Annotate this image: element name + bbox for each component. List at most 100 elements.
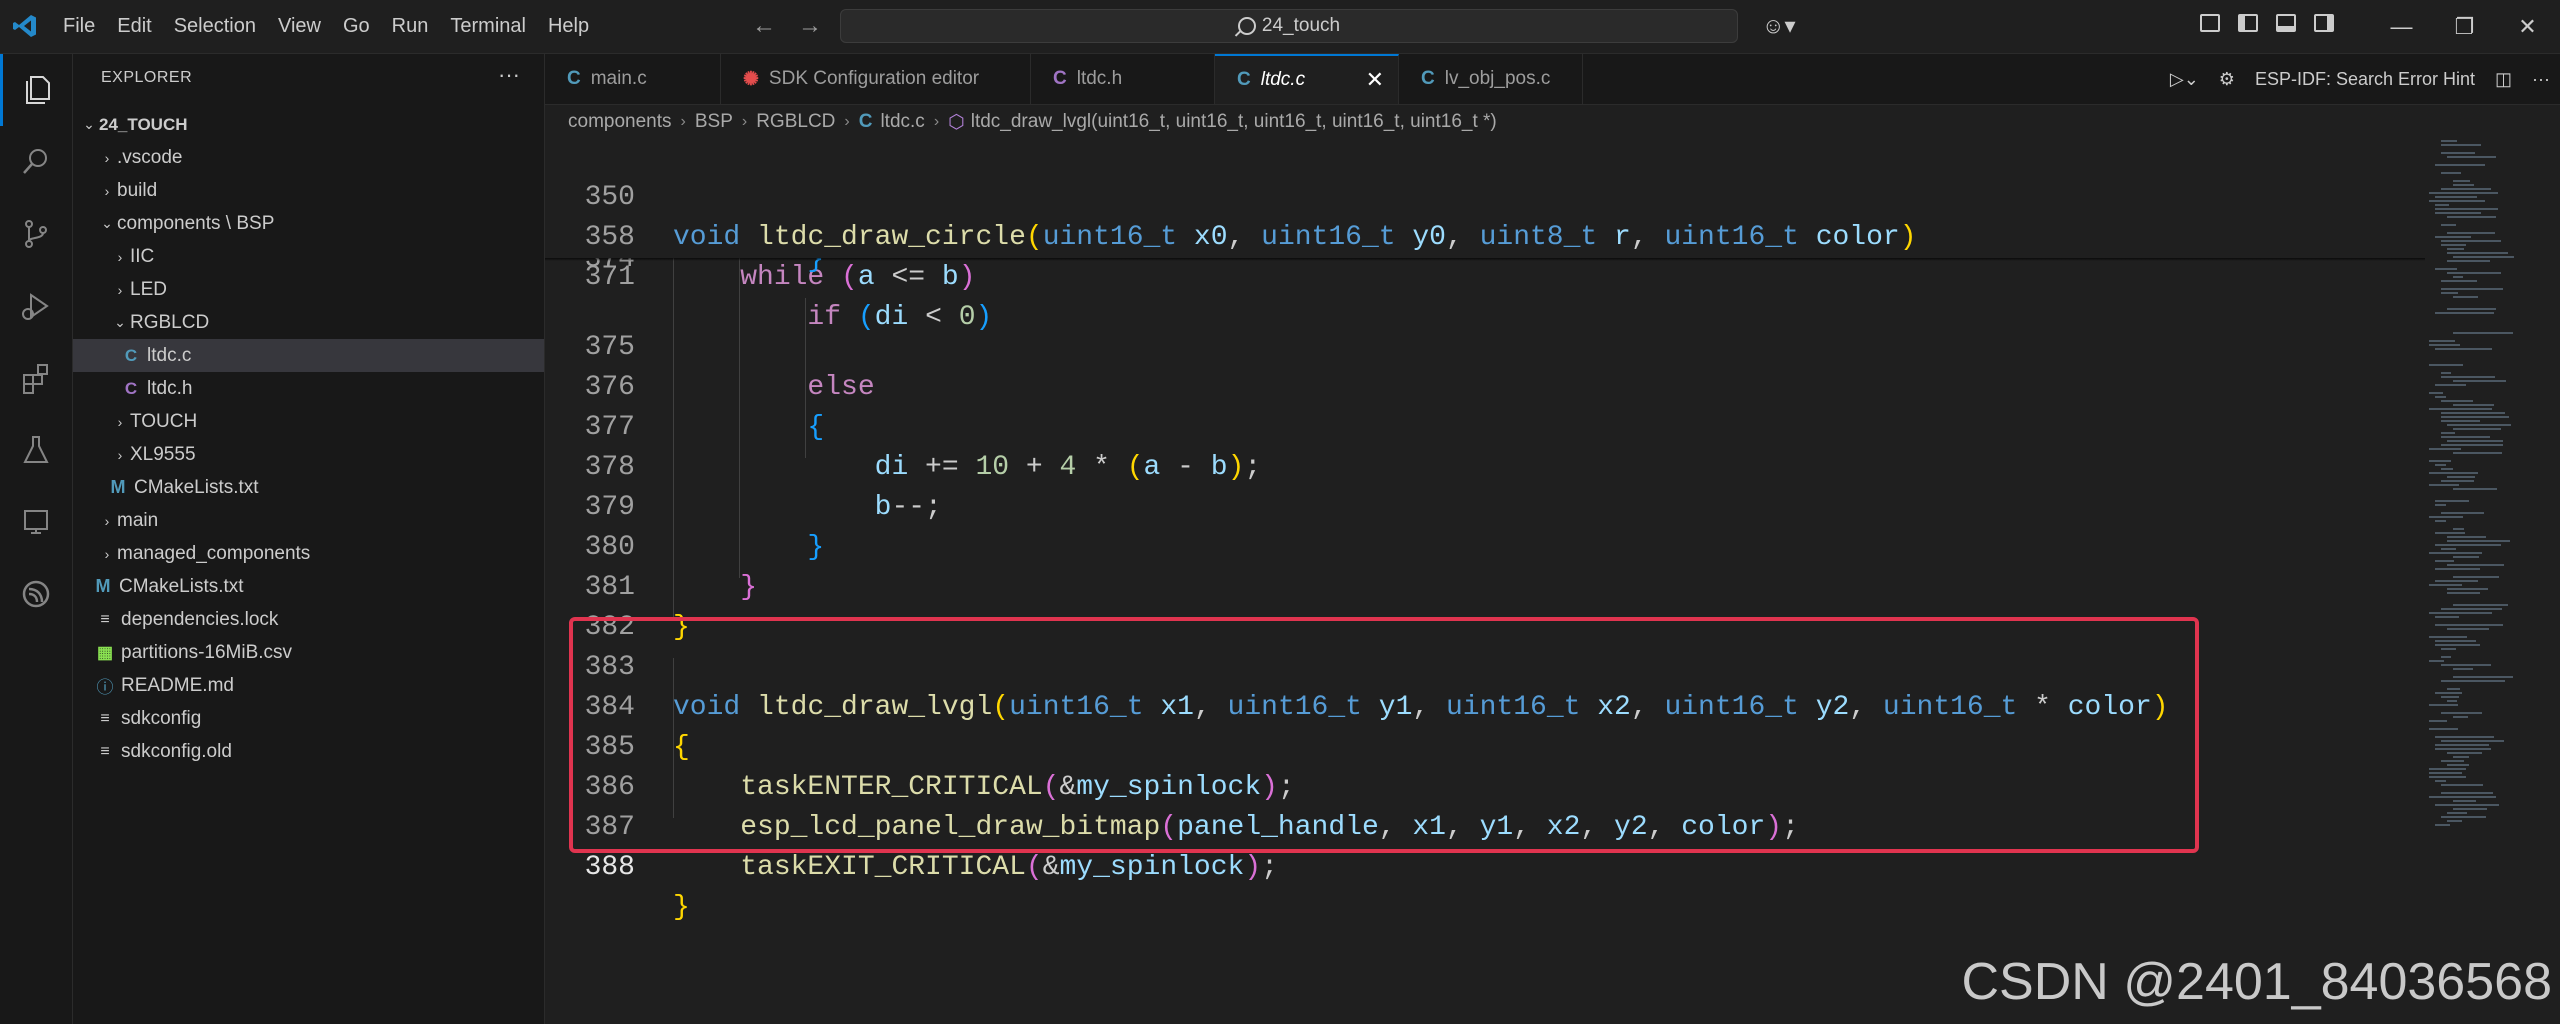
- tree-item-managed-components[interactable]: › managed_components: [73, 537, 544, 570]
- back-arrow-icon[interactable]: ←: [752, 12, 776, 40]
- menu-help[interactable]: Help: [548, 15, 589, 38]
- search-activity[interactable]: [0, 126, 72, 198]
- code-line: 381 }: [545, 528, 2425, 643]
- run-debug-activity[interactable]: [0, 270, 72, 342]
- source-control-activity[interactable]: [0, 198, 72, 270]
- tab-sdk-config[interactable]: ✺ SDK Configuration editor: [721, 54, 1031, 104]
- highlight-annotation: [569, 617, 2199, 853]
- chevron-right-icon: ›: [680, 113, 686, 130]
- minimize-icon[interactable]: —: [2370, 14, 2433, 40]
- tree-item-label: ltdc.h: [147, 377, 193, 399]
- forward-arrow-icon[interactable]: →: [798, 12, 822, 40]
- source-control-icon: [25, 220, 47, 248]
- minimap-line: [2435, 644, 2480, 646]
- tree-item-label: sdkconfig: [121, 707, 202, 729]
- breadcrumb-item[interactable]: ltdc_draw_lvgl(uint16_t, uint16_t, uint1…: [971, 111, 1497, 133]
- minimap-line: [2441, 400, 2473, 402]
- esp-idf-activity[interactable]: [0, 558, 72, 630]
- more-actions-icon[interactable]: ···: [498, 62, 520, 88]
- minimap-line: [2441, 420, 2480, 422]
- breadcrumb-item[interactable]: components: [568, 111, 672, 133]
- minimap-line: [2447, 440, 2503, 442]
- tree-item-sdkconfig-old[interactable]: ≡ sdkconfig.old: [73, 735, 544, 768]
- tab-main-c[interactable]: C main.c: [545, 54, 721, 104]
- minimap-line: [2441, 480, 2474, 482]
- close-tab-icon[interactable]: ✕: [1366, 67, 1384, 93]
- minimap-line: [2429, 720, 2447, 722]
- minimap-line: [2441, 792, 2493, 794]
- search-icon: [1237, 17, 1256, 35]
- command-center-search[interactable]: 24_touch: [840, 9, 1738, 43]
- copilot-icon[interactable]: ☺▾: [1762, 13, 1796, 39]
- minimap[interactable]: [2425, 138, 2560, 1024]
- tree-item-dependencies-lock[interactable]: ≡ dependencies.lock: [73, 603, 544, 636]
- close-window-icon[interactable]: ✕: [2496, 14, 2559, 40]
- chevron-right-icon: ›: [104, 512, 110, 529]
- nav-arrows: ← →: [752, 12, 822, 40]
- menu-view[interactable]: View: [278, 15, 321, 38]
- tree-item-rgblcd[interactable]: ⌄ RGBLCD: [73, 306, 544, 339]
- breadcrumb-item[interactable]: RGBLCD: [756, 111, 835, 133]
- breadcrumb-item[interactable]: BSP: [695, 111, 733, 133]
- more-actions-icon[interactable]: ···: [2532, 69, 2550, 90]
- tree-item-touch[interactable]: › TOUCH: [73, 405, 544, 438]
- menu-run[interactable]: Run: [392, 15, 429, 38]
- minimap-line: [2453, 332, 2513, 334]
- tree-item-build[interactable]: › build: [73, 174, 544, 207]
- minimap-line: [2453, 576, 2499, 578]
- tab-ltdc-h[interactable]: C ltdc.h: [1031, 54, 1215, 104]
- title-bar: File Edit Selection View Go Run Terminal…: [0, 0, 2560, 54]
- menu-edit[interactable]: Edit: [117, 15, 151, 38]
- minimap-line: [2441, 648, 2456, 650]
- minimap-line: [2453, 668, 2473, 670]
- breadcrumb-item[interactable]: ltdc.c: [880, 111, 924, 133]
- minimap-line: [2447, 424, 2511, 426]
- tree-item-iic[interactable]: › IIC: [73, 240, 544, 273]
- run-icon[interactable]: ▷⌄: [2170, 69, 2199, 90]
- menu-go[interactable]: Go: [343, 15, 370, 38]
- remote-explorer-activity[interactable]: [0, 486, 72, 558]
- tree-item-label: CMakeLists.txt: [119, 575, 244, 597]
- tab-lv-obj-pos-c[interactable]: C lv_obj_pos.c: [1399, 54, 1583, 104]
- minimap-line: [2453, 256, 2514, 258]
- split-editor-icon[interactable]: ◫: [2495, 69, 2512, 90]
- tree-item-xl9555[interactable]: › XL9555: [73, 438, 544, 471]
- tree-item-cmakelists-bsp[interactable]: M CMakeLists.txt: [73, 471, 544, 504]
- tree-item-ltdc-c[interactable]: C ltdc.c: [73, 339, 544, 372]
- tree-item-ltdc-h[interactable]: C ltdc.h: [73, 372, 544, 405]
- explorer-activity[interactable]: [0, 54, 72, 126]
- tree-item-sdkconfig[interactable]: ≡ sdkconfig: [73, 702, 544, 735]
- tree-item-label: LED: [130, 278, 167, 300]
- tree-item-cmakelists-root[interactable]: M CMakeLists.txt: [73, 570, 544, 603]
- toggle-sidebar-icon[interactable]: [2238, 14, 2258, 32]
- command-center-text: 24_touch: [1261, 15, 1341, 36]
- minimap-line: [2441, 680, 2505, 682]
- customize-layout-icon[interactable]: [2200, 14, 2220, 32]
- tree-item-partitions-csv[interactable]: ▦ partitions-16MiB.csv: [73, 636, 544, 669]
- extensions-activity[interactable]: [0, 342, 72, 414]
- tree-item-vscode[interactable]: › .vscode: [73, 141, 544, 174]
- tree-item-components-bsp[interactable]: ⌄ components \ BSP: [73, 207, 544, 240]
- minimap-line: [2429, 584, 2462, 586]
- tree-item-main[interactable]: › main: [73, 504, 544, 537]
- chevron-right-icon: ›: [117, 281, 123, 298]
- tree-item-led[interactable]: › LED: [73, 273, 544, 306]
- minimap-line: [2435, 532, 2465, 534]
- minimap-line: [2441, 188, 2491, 190]
- menu-file[interactable]: File: [63, 15, 95, 38]
- code-editor[interactable]: 350 void ltdc_draw_circle(uint16_t x0, u…: [545, 138, 2425, 1024]
- testing-activity[interactable]: [0, 414, 72, 486]
- minimap-line: [2435, 504, 2446, 506]
- restore-icon[interactable]: ❐: [2433, 14, 2496, 40]
- menu-selection[interactable]: Selection: [174, 15, 256, 38]
- root-folder[interactable]: ⌄ 24_TOUCH: [73, 108, 544, 141]
- toggle-panel-icon[interactable]: [2276, 14, 2296, 32]
- minimap-line: [2447, 588, 2488, 590]
- esp-idf-search-error-hint[interactable]: ESP-IDF: Search Error Hint: [2255, 69, 2475, 90]
- tab-ltdc-c[interactable]: C ltdc.c ✕: [1215, 54, 1399, 104]
- search-icon: [23, 149, 47, 174]
- gear-icon[interactable]: ⚙: [2219, 69, 2235, 90]
- toggle-secondary-sidebar-icon[interactable]: [2314, 14, 2334, 32]
- menu-terminal[interactable]: Terminal: [450, 15, 526, 38]
- tree-item-readme[interactable]: ⓘ README.md: [73, 669, 544, 702]
